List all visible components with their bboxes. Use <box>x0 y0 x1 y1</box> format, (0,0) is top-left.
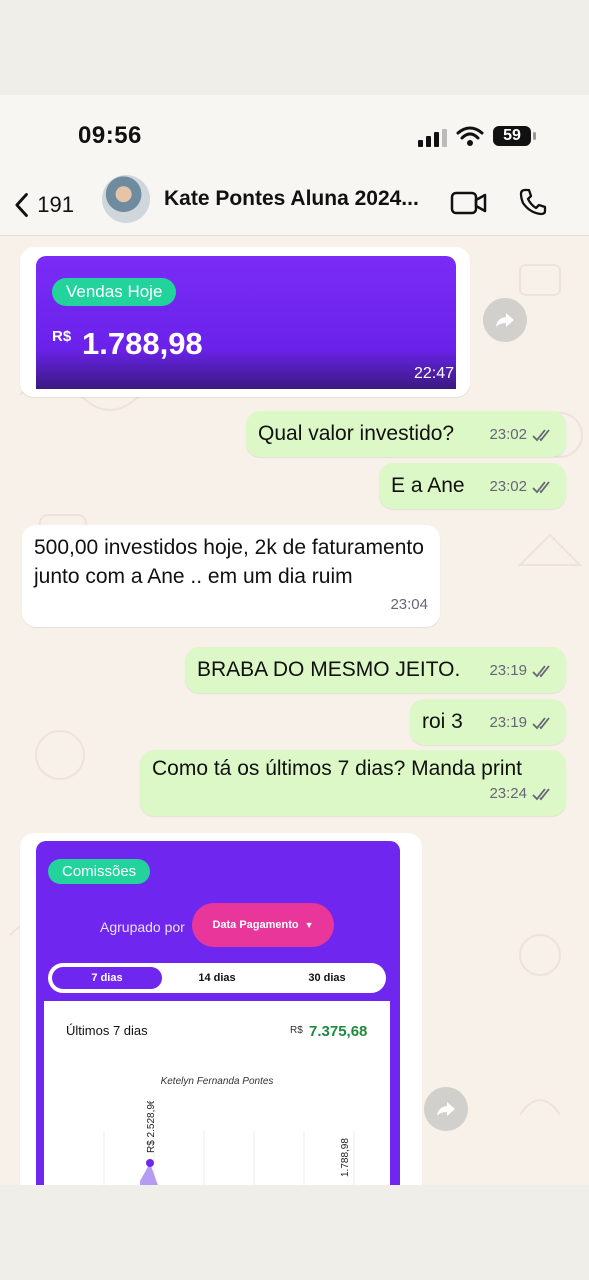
message-text: BRABA DO MESMO JEITO. <box>197 658 461 681</box>
tab-label: 14 dias <box>198 972 236 984</box>
read-ticks-icon <box>532 787 550 800</box>
sales-amount: 1.788,98 <box>82 326 203 361</box>
read-ticks-icon <box>532 480 550 493</box>
total-currency: R$ <box>290 1025 303 1036</box>
tab-7-days: 7 dias <box>52 967 162 989</box>
cellular-signal-icon <box>418 129 447 147</box>
status-time: 09:56 <box>78 122 142 149</box>
chart-label-last: 1.788,98 <box>340 1138 351 1177</box>
message-meta: 23:19 <box>489 656 554 685</box>
wifi-icon <box>456 126 484 146</box>
image-timestamp: 22:47 <box>413 365 454 382</box>
phone-call-icon[interactable] <box>518 187 548 217</box>
commissions-card: Últimos 7 dias R$ 7.375,68 Ketelyn Ferna… <box>44 1001 390 1185</box>
message-incoming[interactable]: 500,00 investidos hoje, 2k de faturament… <box>22 525 440 627</box>
message-outgoing[interactable]: BRABA DO MESMO JEITO. 23:19 <box>185 647 566 693</box>
back-button[interactable]: 191 <box>14 187 74 223</box>
unread-count: 191 <box>37 192 74 217</box>
read-ticks-icon <box>532 428 550 441</box>
message-outgoing[interactable]: E a Ane 23:02 <box>379 463 566 509</box>
commissions-chart: R$ 2.528,96 1.788,98 4 <box>103 1101 355 1185</box>
total-amount: 7.375,68 <box>309 1023 368 1040</box>
read-ticks-icon <box>532 664 550 677</box>
contact-avatar[interactable] <box>102 175 150 223</box>
chat-header: 191 Kate Pontes Aluna 2024... <box>0 175 589 236</box>
message-meta: 23:04 <box>390 590 428 619</box>
image-message-commissions[interactable]: Comissões Agrupado por Data Pagamento ▼ … <box>20 833 422 1185</box>
group-by-label: Agrupado por <box>100 919 185 935</box>
commissions-screenshot: Comissões Agrupado por Data Pagamento ▼ … <box>36 841 400 1185</box>
forward-button[interactable] <box>424 1087 468 1131</box>
caret-down-icon: ▼ <box>304 920 314 930</box>
message-outgoing[interactable]: Como tá os últimos 7 dias? Manda print 2… <box>140 750 566 816</box>
video-call-icon[interactable] <box>450 189 488 217</box>
message-time: 23:04 <box>390 596 428 613</box>
tab-30-days: 30 dias <box>272 972 382 984</box>
battery-indicator: 59 <box>493 126 536 146</box>
sales-today-badge: Vendas Hoje <box>52 278 177 306</box>
chart-point <box>146 1159 154 1167</box>
status-bar: 09:56 59 <box>0 95 589 175</box>
message-meta: 23:24 <box>489 779 554 808</box>
chart-title: Ketelyn Fernanda Pontes <box>160 1076 274 1087</box>
message-outgoing[interactable]: Qual valor investido? 23:02 <box>246 411 566 457</box>
group-by-value: Data Pagamento <box>212 919 299 931</box>
chevron-left-icon <box>15 193 28 217</box>
message-time: 23:02 <box>489 478 527 495</box>
group-by-select: Data Pagamento ▼ <box>192 903 334 947</box>
tab-label: 7 dias <box>91 972 123 984</box>
forward-button[interactable] <box>483 298 527 342</box>
message-meta: 23:02 <box>489 472 554 501</box>
period-label: Últimos 7 dias <box>66 1023 148 1038</box>
tab-14-days: 14 dias <box>162 972 272 984</box>
message-text: 500,00 investidos hoje, 2k de faturament… <box>34 536 424 588</box>
image-message-sales[interactable]: Vendas Hoje R$ 1.788,98 22:47 <box>20 247 470 397</box>
message-text: E a Ane <box>391 474 465 497</box>
message-meta: 23:19 <box>489 708 554 737</box>
message-time: 23:24 <box>489 785 527 802</box>
tab-label: 30 dias <box>308 972 346 984</box>
message-outgoing[interactable]: roi 3 23:19 <box>410 699 566 745</box>
message-text: Qual valor investido? <box>258 422 455 445</box>
chart-label-peak: R$ 2.528,96 <box>146 1101 157 1153</box>
message-time: 23:19 <box>489 714 527 731</box>
sales-screenshot: Vendas Hoje R$ 1.788,98 22:47 <box>36 256 456 389</box>
message-meta: 23:02 <box>489 420 554 449</box>
read-ticks-icon <box>532 716 550 729</box>
chat-screen: 09:56 59 191 Kate Pontes Aluna 2024... V… <box>0 95 589 1185</box>
message-time: 23:02 <box>489 426 527 443</box>
commissions-badge: Comissões <box>48 859 151 884</box>
contact-name[interactable]: Kate Pontes Aluna 2024... <box>164 187 419 211</box>
share-arrow-icon <box>437 1102 455 1116</box>
period-tabs: 7 dias 14 dias 30 dias <box>48 963 386 993</box>
sales-currency: R$ <box>52 328 72 345</box>
message-text: Como tá os últimos 7 dias? Manda print <box>152 757 523 780</box>
message-text: roi 3 <box>422 710 463 733</box>
share-arrow-icon <box>496 313 514 327</box>
message-time: 23:19 <box>489 662 527 679</box>
